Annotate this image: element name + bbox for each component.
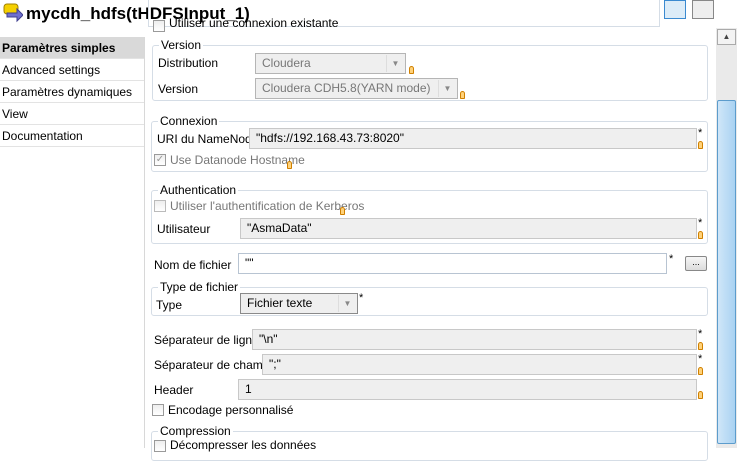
authentication-group-title: Authentication bbox=[158, 183, 239, 197]
filename-label: Nom de fichier bbox=[154, 258, 232, 272]
hint-bulb-icon bbox=[698, 141, 703, 149]
type-label: Type bbox=[156, 298, 183, 312]
kerberos-checkbox[interactable] bbox=[154, 200, 166, 212]
existing-connection-label: Utiliser une connexion existante bbox=[169, 17, 339, 27]
datanode-hostname-label: Use Datanode Hostname bbox=[170, 153, 305, 167]
row-separator-input[interactable]: "\n" bbox=[252, 329, 697, 350]
hint-bulb-icon bbox=[409, 66, 414, 74]
version-select[interactable]: Cloudera CDH5.8(YARN mode) ▼ bbox=[255, 78, 458, 99]
row-separator-label: Séparateur de lignes bbox=[154, 333, 265, 347]
existing-connection-checkbox[interactable] bbox=[153, 20, 165, 32]
distribution-value: Cloudera bbox=[262, 56, 311, 70]
required-asterisk: * bbox=[359, 292, 364, 304]
connexion-group-title: Connexion bbox=[158, 114, 220, 128]
chevron-down-icon: ▼ bbox=[438, 80, 456, 97]
nav-item-view[interactable]: View bbox=[0, 103, 144, 125]
hint-bulb-icon bbox=[460, 91, 465, 99]
layout-list-view-button[interactable] bbox=[692, 0, 714, 19]
required-asterisk: * bbox=[698, 127, 703, 139]
field-separator-label: Séparateur de champs bbox=[154, 358, 276, 372]
file-type-select[interactable]: Fichier texte ▼ bbox=[240, 293, 358, 314]
layout-grid-view-button[interactable] bbox=[664, 0, 686, 19]
browse-button[interactable]: ... bbox=[685, 256, 707, 271]
version-label: Version bbox=[158, 82, 199, 96]
distribution-select[interactable]: Cloudera ▼ bbox=[255, 53, 406, 74]
decompress-label: Décompresser les données bbox=[170, 438, 317, 452]
version-value: Cloudera CDH5.8(YARN mode) bbox=[262, 81, 431, 95]
hint-bulb-icon bbox=[287, 161, 292, 169]
chevron-down-icon: ▼ bbox=[338, 295, 356, 312]
nav-item-basic-settings[interactable]: Paramètres simples bbox=[0, 37, 144, 59]
hint-bulb-icon bbox=[698, 342, 703, 350]
custom-encoding-label: Encodage personnalisé bbox=[168, 403, 294, 417]
compression-group-title: Compression bbox=[158, 424, 233, 438]
uri-label: URI du NameNode bbox=[157, 132, 259, 146]
required-asterisk: * bbox=[698, 328, 703, 340]
datanode-hostname-checkbox[interactable]: ✓ bbox=[154, 154, 166, 166]
hint-bulb-icon bbox=[698, 391, 703, 399]
required-asterisk: * bbox=[669, 253, 674, 265]
header-label: Header bbox=[154, 383, 194, 397]
scrollbar-thumb[interactable] bbox=[717, 100, 736, 444]
chevron-down-icon: ▼ bbox=[386, 55, 404, 72]
hint-bulb-icon bbox=[340, 207, 345, 215]
field-separator-input[interactable]: ";" bbox=[262, 354, 697, 375]
kerberos-label: Utiliser l'authentification de Kerberos bbox=[170, 199, 365, 213]
filetype-group-title: Type de fichier bbox=[158, 280, 241, 294]
sidebar-nav: Paramètres simples Advanced settings Par… bbox=[0, 37, 145, 448]
nav-item-advanced-settings[interactable]: Advanced settings bbox=[0, 59, 144, 81]
user-label: Utilisateur bbox=[157, 222, 211, 236]
component-icon bbox=[3, 3, 24, 23]
header-input[interactable]: 1 bbox=[238, 379, 697, 400]
filename-input[interactable]: "" bbox=[238, 253, 667, 274]
vertical-scrollbar[interactable]: ▲ bbox=[716, 28, 737, 448]
hint-bulb-icon bbox=[698, 231, 703, 239]
file-type-value: Fichier texte bbox=[247, 296, 313, 310]
hint-bulb-icon bbox=[698, 367, 703, 375]
required-asterisk: * bbox=[698, 353, 703, 365]
nav-item-dynamic-settings[interactable]: Paramètres dynamiques bbox=[0, 81, 144, 103]
user-input[interactable]: "AsmaData" bbox=[240, 218, 697, 239]
version-group-title: Version bbox=[159, 38, 204, 52]
nav-item-documentation[interactable]: Documentation bbox=[0, 125, 144, 147]
custom-encoding-checkbox[interactable] bbox=[152, 404, 164, 416]
decompress-checkbox[interactable] bbox=[154, 440, 166, 452]
namenode-uri-input[interactable]: "hdfs://192.168.43.73:8020" bbox=[249, 128, 697, 149]
required-asterisk: * bbox=[698, 217, 703, 229]
scroll-up-arrow-icon[interactable]: ▲ bbox=[717, 29, 736, 45]
distribution-label: Distribution bbox=[158, 56, 219, 70]
